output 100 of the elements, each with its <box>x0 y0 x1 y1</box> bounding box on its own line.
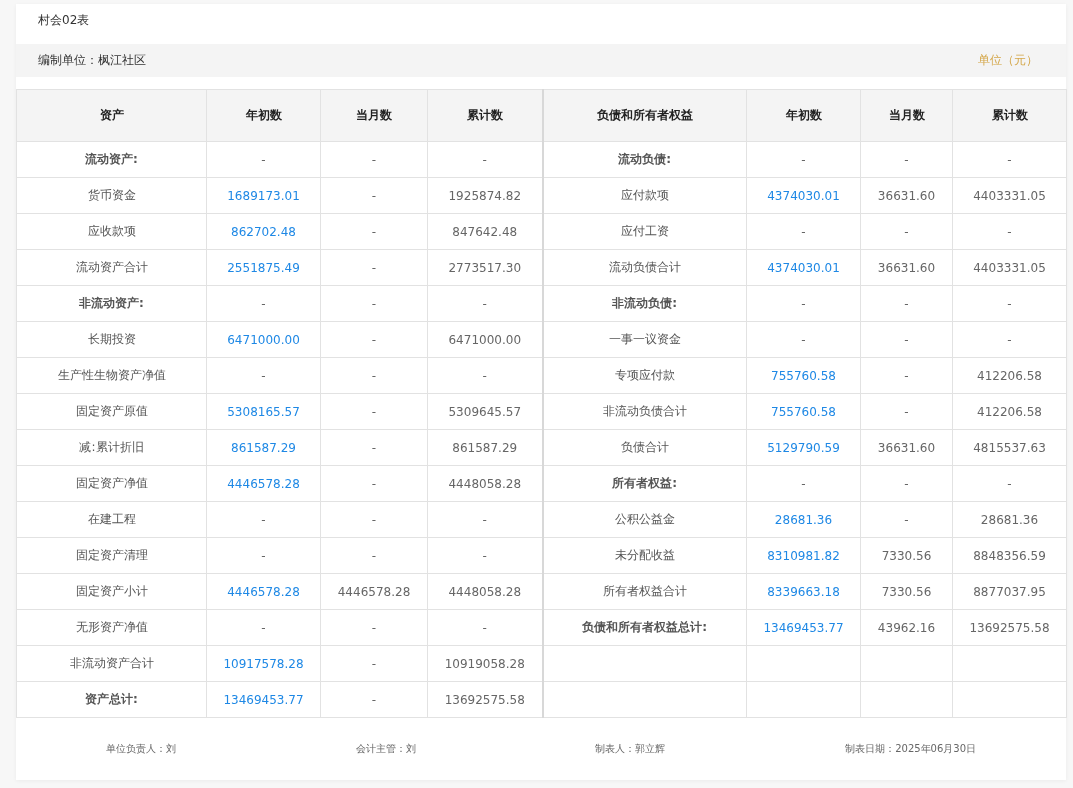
amount-link[interactable]: 2551875.49 <box>206 249 321 286</box>
table-cell: - <box>206 609 321 646</box>
signature-text: 单位负责人：刘 <box>105 742 176 756</box>
table-cell: - <box>320 285 428 322</box>
amount-link[interactable]: 8339663.18 <box>746 573 861 610</box>
table-cell: - <box>320 429 428 466</box>
row-label: 在建工程 <box>16 501 207 538</box>
row-label: 非流动资产: <box>16 285 207 322</box>
table-cell: - <box>746 465 861 502</box>
row-label: 固定资产清理 <box>16 537 207 574</box>
amount-link[interactable]: 755760.58 <box>746 357 861 394</box>
table-cell: 36631.60 <box>860 249 953 286</box>
row-label: 流动负债合计 <box>542 249 747 286</box>
signature-text: 制表人：郭立辉 <box>595 742 666 756</box>
column-header: 年初数 <box>206 89 321 142</box>
table-cell: 8877037.95 <box>952 573 1067 610</box>
signature-text: 制表日期：2025年06月30日 <box>845 742 977 756</box>
table-cell: 412206.58 <box>952 357 1067 394</box>
table-cell: - <box>860 285 953 322</box>
table-cell: - <box>746 213 861 250</box>
amount-link[interactable]: 13469453.77 <box>746 609 861 646</box>
row-label: 固定资产原值 <box>16 393 207 430</box>
table-cell: - <box>952 141 1067 178</box>
table-cell: 412206.58 <box>952 393 1067 430</box>
table-cell: - <box>746 141 861 178</box>
table-cell: 4403331.05 <box>952 249 1067 286</box>
table-cell: 7330.56 <box>860 573 953 610</box>
table-cell: - <box>860 213 953 250</box>
column-header: 累计数 <box>952 89 1067 142</box>
amount-link[interactable]: 862702.48 <box>206 213 321 250</box>
table-cell: - <box>952 321 1067 358</box>
table-cell: 13692575.58 <box>952 609 1067 646</box>
amount-link[interactable]: 6471000.00 <box>206 321 321 358</box>
amount-link[interactable]: 4374030.01 <box>746 177 861 214</box>
table-cell: - <box>860 357 953 394</box>
table-cell: 43962.16 <box>860 609 953 646</box>
row-label: 非流动负债: <box>542 285 747 322</box>
table-cell: - <box>860 141 953 178</box>
row-label: 生产性生物资产净值 <box>16 357 207 394</box>
amount-link[interactable]: 755760.58 <box>746 393 861 430</box>
table-cell: - <box>320 177 428 214</box>
amount-link[interactable]: 8310981.82 <box>746 537 861 574</box>
row-label: 无形资产净值 <box>16 609 207 646</box>
row-label: 非流动负债合计 <box>542 393 747 430</box>
row-label: 专项应付款 <box>542 357 747 394</box>
table-cell: - <box>952 213 1067 250</box>
row-label: 货币资金 <box>16 177 207 214</box>
amount-link[interactable]: 5308165.57 <box>206 393 321 430</box>
table-cell: 8848356.59 <box>952 537 1067 574</box>
table-cell: - <box>860 393 953 430</box>
amount-link[interactable]: 4446578.28 <box>206 465 321 502</box>
table-cell: - <box>952 465 1067 502</box>
table-cell: - <box>320 609 428 646</box>
table-cell: 28681.36 <box>952 501 1067 538</box>
amount-link[interactable]: 1689173.01 <box>206 177 321 214</box>
row-label: 流动资产合计 <box>16 249 207 286</box>
table-cell: 4446578.28 <box>320 573 428 610</box>
column-header: 负债和所有者权益 <box>542 89 747 142</box>
table-cell: - <box>860 321 953 358</box>
table-cell: - <box>206 501 321 538</box>
amount-link[interactable]: 4446578.28 <box>206 573 321 610</box>
amount-link[interactable]: 861587.29 <box>206 429 321 466</box>
amount-link[interactable]: 13469453.77 <box>206 681 321 718</box>
row-label: 长期投资 <box>16 321 207 358</box>
table-cell: - <box>320 537 428 574</box>
row-label: 固定资产小计 <box>16 573 207 610</box>
amount-link[interactable]: 5129790.59 <box>746 429 861 466</box>
table-cell: - <box>320 321 428 358</box>
row-label: 流动资产: <box>16 141 207 178</box>
table-cell: - <box>320 501 428 538</box>
table-cell: - <box>320 357 428 394</box>
table-cell: - <box>320 213 428 250</box>
row-label: 公积公益金 <box>542 501 747 538</box>
amount-link[interactable]: 4374030.01 <box>746 249 861 286</box>
table-cell: - <box>952 285 1067 322</box>
table-cell: - <box>746 321 861 358</box>
table-cell: - <box>320 249 428 286</box>
table-cell: - <box>860 501 953 538</box>
table-cell: - <box>320 393 428 430</box>
table-cell: - <box>206 141 321 178</box>
amount-link[interactable]: 10917578.28 <box>206 645 321 682</box>
column-header: 当月数 <box>320 89 428 142</box>
row-label: 所有者权益合计 <box>542 573 747 610</box>
column-header: 当月数 <box>860 89 953 142</box>
amount-link[interactable]: 28681.36 <box>746 501 861 538</box>
table-cell: 36631.60 <box>860 429 953 466</box>
row-label: 所有者权益: <box>542 465 747 502</box>
row-label: 一事一议资金 <box>542 321 747 358</box>
table-cell: - <box>206 537 321 574</box>
row-label: 负债合计 <box>542 429 747 466</box>
signature-text: 会计主管：刘 <box>355 742 416 756</box>
table-cell: - <box>206 357 321 394</box>
row-label: 减:累计折旧 <box>16 429 207 466</box>
column-header: 年初数 <box>746 89 861 142</box>
table-cell: - <box>320 465 428 502</box>
row-label: 应付工资 <box>542 213 747 250</box>
form-code: 村会02表 <box>37 12 91 29</box>
row-label: 未分配收益 <box>542 537 747 574</box>
table-cell: - <box>320 681 428 718</box>
table-cell: - <box>320 141 428 178</box>
